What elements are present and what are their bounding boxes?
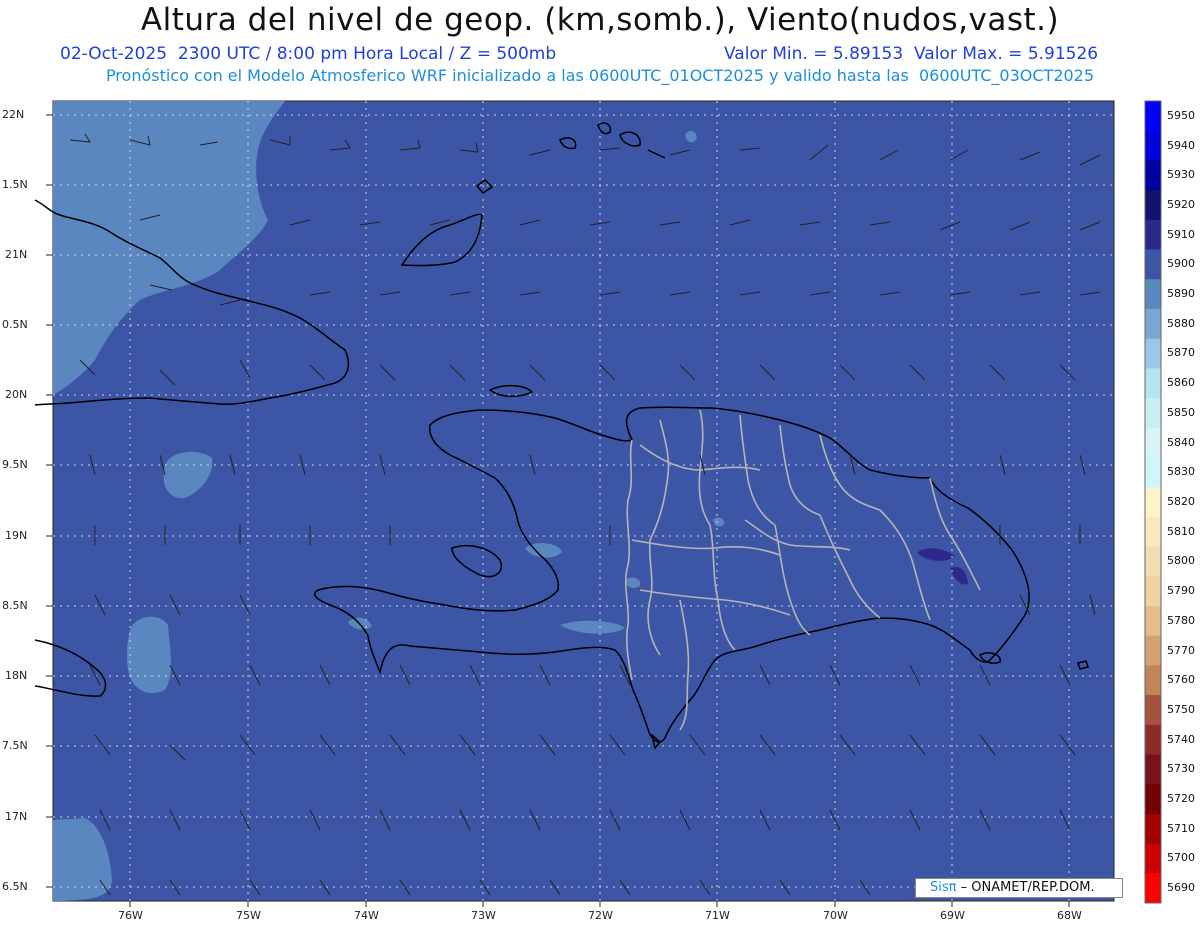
colorbar-swatch: [1145, 665, 1161, 696]
colorbar-swatch: [1145, 724, 1161, 755]
lon-label: 73W: [471, 909, 496, 922]
lat-label: 7.5N: [2, 739, 28, 752]
colorbar-level-label: 5730: [1167, 762, 1195, 776]
lat-label: 17N: [5, 810, 28, 823]
colorbar-level-label: 5700: [1167, 851, 1195, 865]
colorbar-level-label: 5750: [1167, 702, 1195, 716]
colorbar-swatch: [1145, 338, 1161, 369]
lon-label: 75W: [236, 909, 261, 922]
lat-label: 22N: [2, 108, 25, 121]
colorbar-swatch: [1145, 813, 1161, 845]
colorbar-level-label: 5760: [1167, 673, 1195, 687]
colorbar-level-label: 5930: [1167, 168, 1195, 182]
lat-label: 6.5N: [2, 880, 28, 893]
colorbar-level-label: 5810: [1167, 524, 1195, 538]
lon-label: 68W: [1057, 909, 1082, 922]
lat-label: 21N: [5, 248, 28, 261]
colorbar-swatch: [1145, 695, 1161, 726]
colorbar-swatch: [1145, 516, 1161, 548]
colorbar-level-label: 5950: [1167, 108, 1195, 122]
colorbar-level-label: 5830: [1167, 465, 1195, 479]
colorbar-level-label: 5770: [1167, 643, 1195, 657]
lat-label: 9.5N: [2, 458, 28, 471]
colorbar-level-label: 5820: [1167, 495, 1195, 508]
colorbar-level-label: 5740: [1167, 732, 1195, 746]
colorbar-level-label: 5790: [1167, 584, 1195, 598]
lon-ticks: [129, 901, 1070, 907]
colorbar-level-label: 5710: [1167, 821, 1195, 835]
lat-label: 19N: [5, 529, 28, 542]
colorbar-swatch: [1145, 754, 1161, 785]
colorbar-swatch: [1145, 219, 1161, 251]
colorbar-level-label: 5850: [1167, 405, 1195, 419]
colorbar-level-label: 5910: [1167, 227, 1195, 241]
colorbar-swatch: [1145, 160, 1161, 191]
colorbar-swatch: [1145, 457, 1161, 488]
credit-box: Sisπ – ONAMET/REP.DOM.: [915, 878, 1123, 898]
colorbar-level-label: 5720: [1167, 792, 1195, 806]
colorbar-level-label: 5860: [1167, 376, 1195, 390]
colorbar-swatch: [1145, 605, 1161, 637]
colorbar-level-label: 5870: [1167, 346, 1195, 360]
field-5890-blob: [126, 616, 172, 694]
lat-ticks: [46, 114, 53, 888]
lon-label: 74W: [354, 909, 379, 922]
colorbar-swatch: [1145, 784, 1161, 815]
colorbar-swatch: [1145, 279, 1161, 310]
lon-label: 70W: [823, 909, 848, 922]
colorbar-level-label: 5900: [1167, 257, 1195, 271]
sispi-logo: Sisπ: [930, 880, 957, 895]
colorbar-level-label: 5840: [1167, 435, 1195, 449]
credit-text: – ONAMET/REP.DOM.: [960, 880, 1095, 895]
colorbar-swatch: [1145, 308, 1161, 340]
lon-label: 72W: [588, 909, 613, 922]
lon-label: 69W: [940, 909, 965, 922]
colorbar: [1145, 101, 1161, 904]
lat-label: 8.5N: [2, 599, 28, 612]
colorbar-swatch: [1145, 398, 1161, 429]
lat-label: 0.5N: [2, 318, 28, 331]
colorbar-swatch: [1145, 546, 1161, 577]
colorbar-swatch: [1145, 368, 1161, 399]
lon-label: 76W: [118, 909, 143, 922]
colorbar-level-label: 5890: [1167, 287, 1195, 301]
colorbar-level-label: 5800: [1167, 554, 1195, 568]
lat-label: 1.5N: [2, 178, 28, 191]
colorbar-swatch: [1145, 190, 1161, 221]
colorbar-level-label: 5880: [1167, 316, 1195, 330]
colorbar-swatch: [1145, 873, 1161, 904]
colorbar-swatch: [1145, 843, 1161, 874]
lat-label: 20N: [5, 388, 28, 401]
colorbar-swatch: [1145, 635, 1161, 666]
lon-label: 71W: [705, 909, 730, 922]
colorbar-level-label: 5780: [1167, 613, 1195, 627]
colorbar-swatch: [1145, 101, 1161, 132]
colorbar-swatch: [1145, 576, 1161, 607]
colorbar-swatch: [1145, 249, 1161, 280]
colorbar-swatch: [1145, 487, 1161, 518]
colorbar-swatch: [1145, 130, 1161, 161]
lat-label: 18N: [5, 669, 28, 682]
colorbar-level-label: 5920: [1167, 197, 1195, 211]
colorbar-level-label: 5940: [1167, 138, 1195, 152]
colorbar-level-label: 5690: [1167, 881, 1195, 895]
colorbar-swatch: [1145, 427, 1161, 458]
weather-map: [34, 100, 1162, 907]
